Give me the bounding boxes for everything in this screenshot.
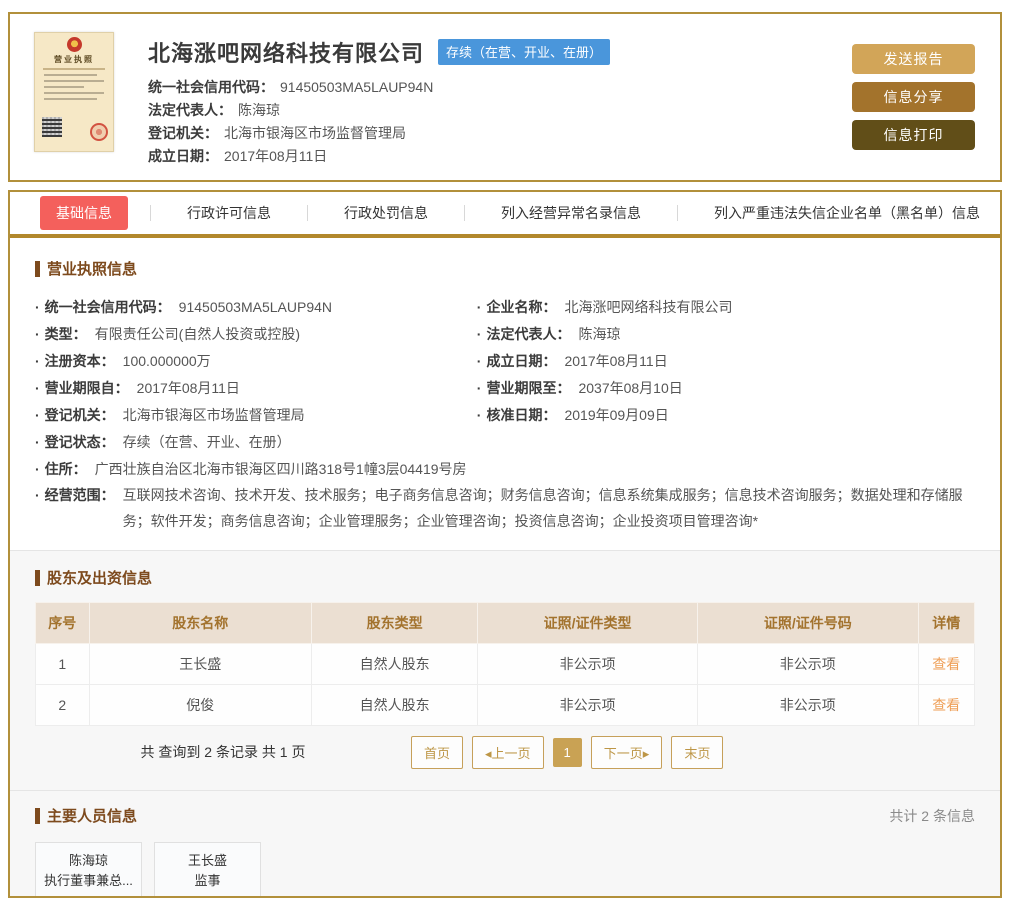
view-detail-link[interactable]: 查看	[932, 656, 960, 672]
business-license-image: 营业执照	[34, 32, 114, 152]
person-cards: 陈海琼 执行董事兼总... 王长盛 监事	[35, 842, 975, 896]
col-header-cert-no: 证照/证件号码	[696, 602, 919, 644]
table-row: 1 王长盛 自然人股东 非公示项 非公示项 查看	[35, 643, 976, 685]
field-registry-authority: · 登记机关： 北海市银海区市场监督管理局	[35, 406, 305, 423]
field-company-type: · 类型： 有限责任公司(自然人投资或控股)	[35, 325, 300, 342]
share-info-button[interactable]: 信息分享	[852, 82, 975, 112]
field-founded-date: · 成立日期： 2017年08月11日	[476, 352, 668, 369]
shareholders-table: 序号 股东名称 股东类型 证照/证件类型 证照/证件号码 详情 1 王长盛 自然	[35, 602, 976, 726]
field-address: · 住所： 广西壮族自治区北海市银海区四川路318号1幢3层04419号房	[35, 460, 467, 477]
company-name: 北海涨吧网络科技有限公司	[148, 41, 425, 66]
personnel-section: 主要人员信息 共计 2 条信息 陈海琼 执行董事兼总... 王长盛 监事	[10, 790, 1000, 896]
license-fields: · 统一社会信用代码： 91450503MA5LAUP94N · 企业名称： 北海涨吧网…	[35, 293, 975, 536]
person-card[interactable]: 陈海琼 执行董事兼总...	[35, 842, 142, 896]
national-emblem-icon	[66, 37, 82, 52]
field-registered-capital: · 注册资本： 100.000000万	[35, 352, 211, 369]
table-footer: 共 查询到 2 条记录 共 1 页 首页 ◂上一页 1 下一页▸ 末页	[35, 726, 975, 778]
last-page-button[interactable]: 末页	[671, 735, 724, 769]
tab-admin-penalty[interactable]: 行政处罚信息	[330, 196, 442, 230]
person-card[interactable]: 王长盛 监事	[154, 842, 261, 896]
col-header-no: 序号	[35, 602, 90, 644]
personnel-section-title: 主要人员信息	[35, 805, 137, 826]
header-field-legal-rep: 法定代表人： 陈海琼	[148, 102, 280, 118]
col-header-name: 股东名称	[88, 602, 313, 644]
header-actions: 发送报告 信息分享 信息打印	[852, 28, 978, 166]
lower-zone: 股东及出资信息 序号 股东名称 股东类型 证照/证件类型 证照/证件号码 详情	[10, 550, 1000, 896]
field-company-name: · 企业名称： 北海涨吧网络科技有限公司	[476, 298, 733, 315]
header-field-registry: 登记机关： 北海市银海区市场监督管理局	[148, 125, 406, 141]
license-section-title: 营业执照信息	[35, 258, 975, 279]
field-legal-rep: · 法定代表人： 陈海琼	[476, 325, 621, 342]
shareholders-section: 股东及出资信息 序号 股东名称 股东类型 证照/证件类型 证照/证件号码 详情	[10, 551, 1000, 778]
next-page-button[interactable]: 下一页▸	[590, 735, 663, 769]
pagination: 首页 ◂上一页 1 下一页▸ 末页	[411, 735, 724, 769]
license-info-section: 营业执照信息 · 统一社会信用代码： 91450503MA5LAUP94N · 企业名…	[10, 238, 1000, 550]
red-seal-icon	[90, 123, 108, 141]
license-image-title: 营业执照	[54, 55, 94, 64]
print-info-button[interactable]: 信息打印	[852, 120, 975, 150]
field-credit-code: · 统一社会信用代码： 91450503MA5LAUP94N	[35, 298, 333, 315]
tab-admin-license[interactable]: 行政许可信息	[173, 196, 285, 230]
personnel-count: 共计 2 条信息	[889, 807, 975, 824]
qr-code-icon	[42, 117, 62, 137]
company-summary: 北海涨吧网络科技有限公司 存续（在营、开业、在册） 统一社会信用代码： 91450…	[148, 28, 852, 166]
main-card: 基础信息 行政许可信息 行政处罚信息 列入经营异常名录信息 列入严重违法失信企业…	[8, 190, 1002, 898]
tab-blacklist[interactable]: 列入严重违法失信企业名单（黑名单）信息	[700, 196, 994, 230]
records-summary: 共 查询到 2 条记录 共 1 页	[140, 744, 306, 760]
status-badge: 存续（在营、开业、在册）	[438, 39, 611, 65]
field-approval-date: · 核准日期： 2019年09月09日	[476, 406, 669, 423]
field-term-from: · 营业期限自： 2017年08月11日	[35, 379, 240, 396]
header-field-credit-code: 统一社会信用代码： 91450503MA5LAUP94N	[148, 79, 434, 95]
field-business-scope: · 经营范围： 互联网技术咨询、技术开发、技术服务；电子商务信息咨询；财务信息咨询；…	[35, 487, 963, 529]
send-report-button[interactable]: 发送报告	[852, 44, 975, 74]
field-term-to: · 营业期限至： 2037年08月10日	[476, 379, 683, 396]
col-header-cert-type: 证照/证件类型	[477, 602, 698, 644]
shareholders-section-title: 股东及出资信息	[35, 567, 975, 588]
col-header-detail: 详情	[917, 602, 976, 644]
field-registration-status: · 登记状态： 存续（在营、开业、在册）	[35, 433, 291, 450]
col-header-type: 股东类型	[311, 602, 479, 644]
current-page-button[interactable]: 1	[552, 737, 582, 767]
company-header-card: 营业执照 北海涨吧网络科技有限公司 存续（在营、开业、在册） 统一社会信用代码：…	[8, 12, 1002, 182]
tab-basic-info[interactable]: 基础信息	[40, 196, 128, 230]
prev-page-button[interactable]: ◂上一页	[472, 735, 544, 769]
tab-abnormal-operation[interactable]: 列入经营异常名录信息	[487, 196, 655, 230]
first-page-button[interactable]: 首页	[411, 735, 464, 769]
tab-content: 营业执照信息 · 统一社会信用代码： 91450503MA5LAUP94N · 企业名…	[10, 238, 1000, 896]
tab-bar: 基础信息 行政许可信息 行政处罚信息 列入经营异常名录信息 列入严重违法失信企业…	[10, 192, 1000, 238]
view-detail-link[interactable]: 查看	[932, 697, 960, 713]
header-field-founded: 成立日期： 2017年08月11日	[148, 148, 328, 164]
table-row: 2 倪俊 自然人股东 非公示项 非公示项 查看	[35, 684, 976, 726]
table-header-row: 序号 股东名称 股东类型 证照/证件类型 证照/证件号码 详情	[35, 602, 976, 644]
